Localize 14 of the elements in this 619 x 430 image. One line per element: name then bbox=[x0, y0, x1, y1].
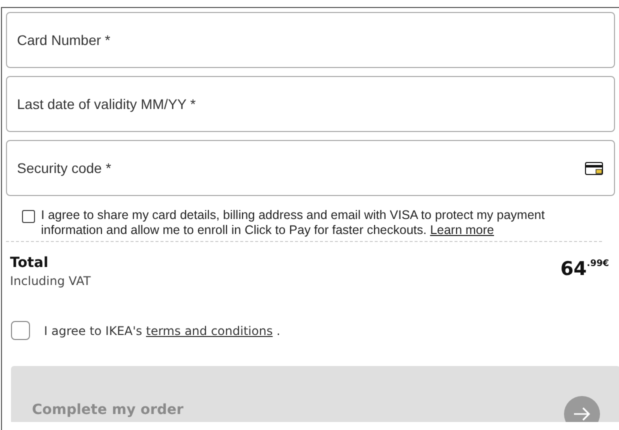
input-field[interactable]: Security code * bbox=[6, 140, 615, 196]
vat-note: Including VAT bbox=[10, 274, 91, 288]
input-field[interactable]: Last date of validity MM/YY * bbox=[6, 76, 615, 132]
credit-card-icon bbox=[585, 162, 603, 175]
total-price: 64$^{.99€}$ bbox=[560, 258, 609, 282]
terms-link[interactable]: terms and conditions bbox=[146, 324, 273, 338]
checkbox[interactable] bbox=[11, 321, 30, 340]
terms-text: I agree to IKEA's terms and conditions . bbox=[44, 324, 280, 338]
total-label: Total bbox=[10, 255, 50, 271]
arrow-icon bbox=[564, 396, 600, 422]
checkbox[interactable] bbox=[22, 210, 35, 223]
learn-more-link[interactable]: Learn more bbox=[430, 223, 494, 237]
consent-text: I agree to share my card details, billing address and email with VISA to protect my payment information and allow me to enroll in Click to Pay for faster checkouts. Learn more bbox=[41, 208, 546, 238]
input-field[interactable]: Card Number * bbox=[6, 12, 615, 68]
